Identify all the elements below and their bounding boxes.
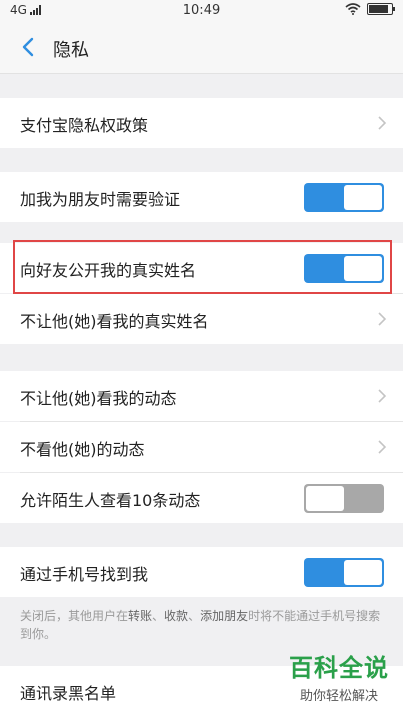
- row-stranger-view-10: 允许陌生人查看10条动态: [0, 473, 403, 523]
- note-keyword: 转账: [128, 609, 153, 623]
- note-separator: 、: [188, 609, 201, 623]
- note-keyword: 添加朋友: [200, 609, 249, 623]
- battery-icon: [367, 3, 395, 15]
- toggle-find-by-phone[interactable]: [304, 558, 384, 587]
- nav-bar: 隐私: [0, 22, 403, 74]
- watermark-logo: 百科全说 助你轻松解决: [289, 648, 389, 704]
- toggle-knob: [306, 486, 344, 511]
- row-label: 加我为朋友时需要验证: [20, 190, 181, 209]
- row-label: 不看他(她)的动态: [20, 440, 145, 459]
- status-right: [345, 3, 395, 15]
- row-find-by-phone: 通过手机号找到我: [0, 547, 403, 597]
- note-text: 关闭后，其他用户在: [20, 609, 129, 623]
- row-alipay-privacy-policy[interactable]: 支付宝隐私权政策: [0, 98, 403, 148]
- row-hide-real-name-from[interactable]: 不让他(她)看我的真实姓名: [0, 294, 403, 344]
- row-label: 通过手机号找到我: [20, 565, 149, 584]
- toggle-verify-when-adding[interactable]: [304, 183, 384, 212]
- status-bar: 4G 10:49: [0, 0, 403, 22]
- chevron-right-icon: [378, 116, 387, 130]
- row-label: 支付宝隐私权政策: [20, 116, 149, 135]
- toggle-knob: [344, 185, 382, 210]
- toggle-show-real-name[interactable]: [304, 254, 384, 283]
- watermark-subtitle: 助你轻松解决: [299, 689, 378, 704]
- row-label: 不让他(她)看我的真实姓名: [20, 312, 209, 331]
- back-icon[interactable]: [18, 36, 40, 58]
- toggle-knob: [344, 256, 382, 281]
- status-time: 10:49: [182, 3, 221, 18]
- toggle-knob: [344, 560, 382, 585]
- row-verify-when-adding: 加我为朋友时需要验证: [0, 172, 403, 222]
- find-by-phone-note: 关闭后，其他用户在转账、收款、添加朋友时将不能通过手机号搜索到你。: [20, 607, 390, 643]
- row-label: 不让他(她)看我的动态: [20, 389, 177, 408]
- chevron-right-icon: [378, 440, 387, 454]
- battery-fill: [369, 5, 388, 13]
- page-title: 隐私: [53, 40, 89, 61]
- wifi-icon: [345, 3, 361, 15]
- row-dont-see-moments[interactable]: 不看他(她)的动态: [0, 422, 403, 472]
- row-label: 向好友公开我的真实姓名: [20, 261, 197, 280]
- row-show-real-name: 向好友公开我的真实姓名: [0, 243, 403, 293]
- row-hide-moments-from[interactable]: 不让他(她)看我的动态: [0, 371, 403, 421]
- toggle-stranger-view-10[interactable]: [304, 484, 384, 513]
- row-label: 允许陌生人查看10条动态: [20, 491, 201, 510]
- watermark-title: 百科全说: [289, 654, 389, 682]
- note-separator: 、: [152, 609, 165, 623]
- chevron-right-icon: [378, 312, 387, 326]
- chevron-right-icon: [378, 389, 387, 403]
- row-label: 通讯录黑名单: [20, 684, 117, 703]
- note-keyword: 收款: [164, 609, 189, 623]
